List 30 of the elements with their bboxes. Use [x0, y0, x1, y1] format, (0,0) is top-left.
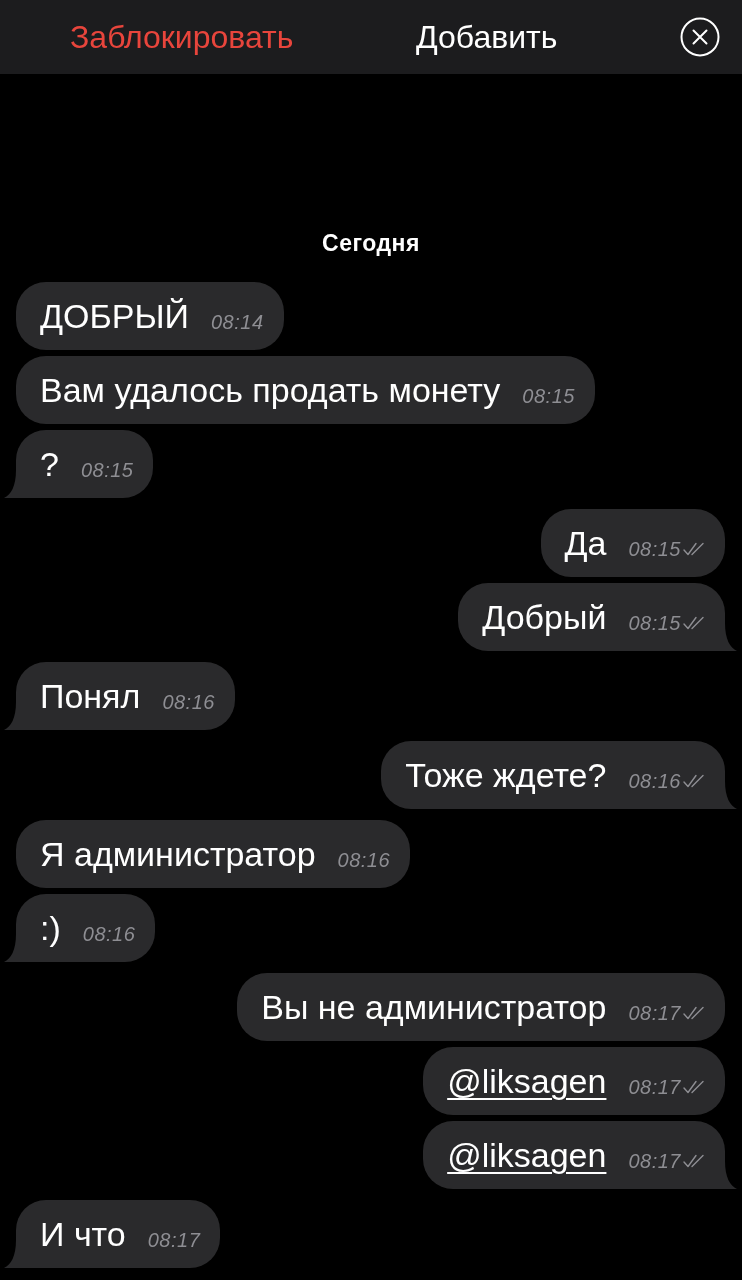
mention-link[interactable]: @liksagen: [447, 1135, 607, 1175]
message-time: 08:16: [628, 770, 681, 792]
message-time: 08:16: [337, 849, 391, 871]
message-time: 08:17: [628, 1150, 681, 1172]
message-time: 08:14: [211, 311, 264, 333]
message-time: 08:15: [628, 612, 681, 634]
message-text: ДОБРЫЙ: [40, 296, 189, 336]
message-text: Тоже ждете?: [405, 755, 607, 795]
message-time: 08:17: [628, 1002, 681, 1024]
mention-link[interactable]: @liksagen: [447, 1061, 607, 1101]
message-time: 08:17: [628, 1076, 681, 1098]
message-text: И что: [40, 1214, 126, 1254]
message-time: 08:15: [522, 385, 575, 407]
message-text: ?: [40, 444, 59, 484]
message-text: Да: [564, 523, 607, 563]
message-text: Вам удалось продать монету: [40, 370, 501, 410]
date-header: Сегодня: [322, 230, 420, 256]
message-time: 08:16: [162, 691, 215, 713]
message-text: Я администратор: [40, 834, 316, 874]
close-icon[interactable]: [680, 17, 720, 57]
message-time: 08:15: [628, 538, 681, 560]
message-time: 08:15: [80, 459, 134, 481]
message-text: Добрый: [482, 597, 607, 637]
message-text: :): [40, 908, 61, 948]
message-text: Вы не администратор: [261, 987, 607, 1027]
message-time: 08:17: [147, 1229, 201, 1251]
message-text: Понял: [40, 676, 141, 716]
add-button[interactable]: Добавить: [415, 18, 558, 56]
block-button[interactable]: Заблокировать: [70, 18, 294, 56]
message-time: 08:16: [82, 923, 136, 945]
